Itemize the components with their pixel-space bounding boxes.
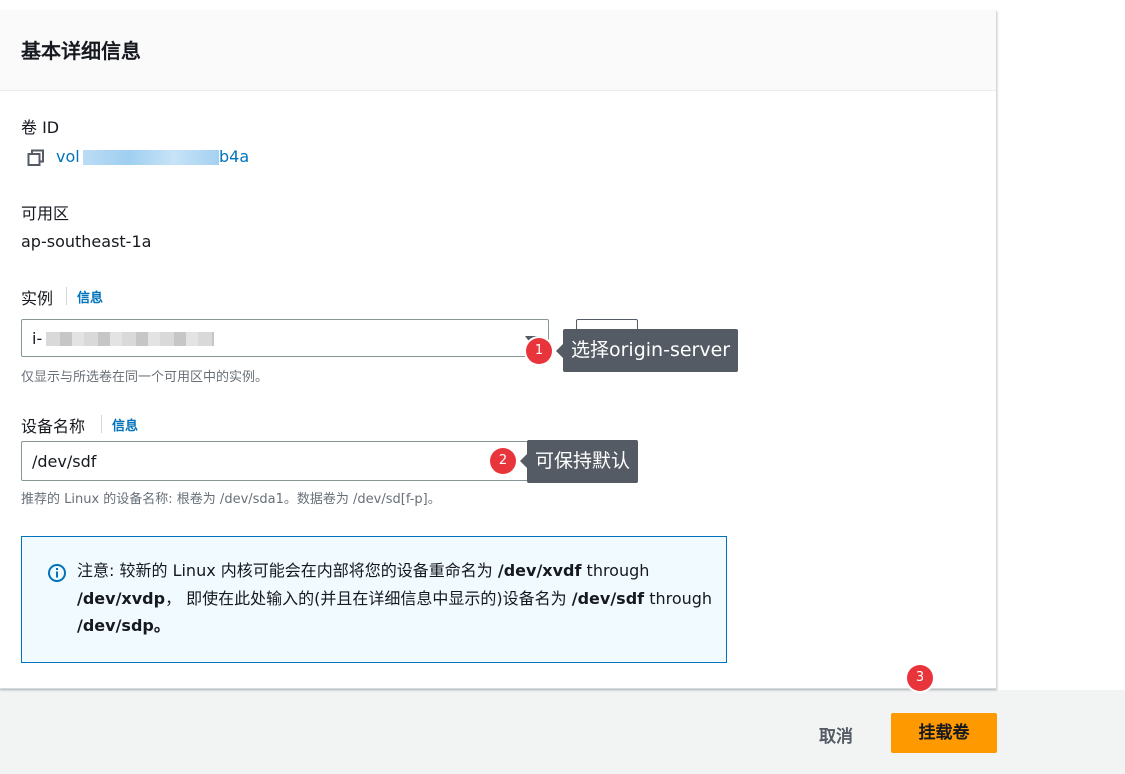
page-right-band bbox=[997, 0, 1125, 690]
step-badge-3: 3 bbox=[907, 665, 933, 691]
az-label: 可用区 bbox=[21, 204, 70, 223]
device-info-link[interactable]: 信息 bbox=[112, 415, 138, 434]
info-circle-icon bbox=[48, 564, 66, 582]
instance-id-redacted bbox=[46, 332, 214, 346]
label-divider bbox=[101, 415, 102, 433]
volume-id-suffix: b4a bbox=[219, 147, 250, 166]
label-divider bbox=[66, 287, 67, 305]
device-name-input[interactable]: /dev/sdf bbox=[21, 441, 549, 481]
tooltip-arrow bbox=[556, 344, 563, 358]
instance-select[interactable]: i- bbox=[21, 319, 549, 357]
device-name-label: 设备名称 bbox=[21, 417, 86, 436]
volume-id-link[interactable]: vol b4a bbox=[56, 147, 256, 169]
instance-hint: 仅显示与所选卷在同一个可用区中的实例。 bbox=[21, 370, 269, 385]
copy-icon[interactable] bbox=[27, 149, 45, 167]
instance-select-value: i- bbox=[32, 329, 43, 348]
step-badge-1: 1 bbox=[526, 338, 552, 364]
instance-info-link[interactable]: 信息 bbox=[77, 287, 103, 306]
alert-message: 注意: 较新的 Linux 内核可能会在内部将您的设备重命名为 /dev/xvd… bbox=[77, 561, 713, 635]
tooltip-keep-default: 可保持默认 bbox=[527, 440, 639, 483]
volume-id-label: 卷 ID bbox=[21, 118, 60, 137]
instance-label: 实例 bbox=[21, 289, 54, 308]
step-badge-2: 2 bbox=[490, 448, 516, 474]
cancel-button[interactable]: 取消 bbox=[819, 722, 853, 747]
device-hint: 推荐的 Linux 的设备名称: 根卷为 /dev/sda1。数据卷为 /dev… bbox=[21, 492, 441, 507]
panel-header: 基本详细信息 bbox=[0, 11, 996, 91]
tooltip-arrow bbox=[520, 454, 527, 468]
info-alert: 注意: 较新的 Linux 内核可能会在内部将您的设备重命名为 /dev/xvd… bbox=[21, 536, 727, 663]
page-title: 基本详细信息 bbox=[21, 39, 141, 63]
attach-volume-button[interactable]: 挂载卷 bbox=[891, 713, 997, 753]
volume-id-prefix: vol bbox=[56, 147, 80, 166]
az-value: ap-southeast-1a bbox=[21, 232, 152, 251]
volume-id-redacted bbox=[83, 150, 219, 165]
tooltip-select-origin: 选择origin-server bbox=[563, 329, 739, 372]
device-name-value: /dev/sdf bbox=[32, 452, 97, 471]
